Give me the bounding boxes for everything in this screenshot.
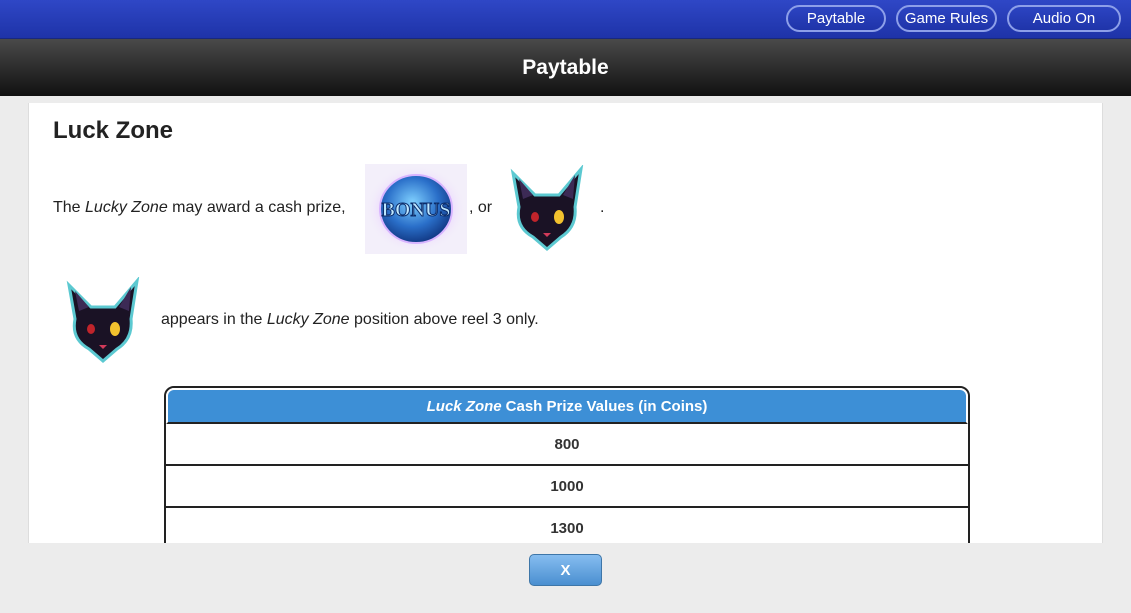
table-header-text: Cash Prize Values (in Coins) xyxy=(505,397,708,415)
game-rules-button[interactable]: Game Rules xyxy=(896,5,997,32)
table-header-emphasis: Luck Zone xyxy=(426,397,502,415)
text-segment: appears in the xyxy=(161,311,267,328)
close-button[interactable]: X xyxy=(529,554,602,586)
content-panel[interactable]: Luck Zone The Lucky Zone may award a cas… xyxy=(28,103,1103,543)
text-segment: position above reel 3 only. xyxy=(349,311,539,328)
period-text: . xyxy=(600,199,605,216)
table-row: 800 xyxy=(166,424,968,466)
separator-text: , or xyxy=(469,199,493,216)
cash-prize-table: Luck Zone Cash Prize Values (in Coins) 80… xyxy=(164,386,970,543)
lucky-zone-award-text: The Lucky Zone may award a cash prize, xyxy=(53,199,346,217)
text-segment: The xyxy=(53,199,86,216)
page-title-bar: Paytable xyxy=(0,39,1131,96)
text-segment: may award a cash prize, xyxy=(167,199,346,216)
bonus-symbol-icon: BONUS xyxy=(365,164,467,254)
page-title: Paytable xyxy=(522,55,609,79)
table-row: 1300 xyxy=(166,508,968,543)
table-row: 1000 xyxy=(166,466,968,508)
top-nav-bar: Paytable Game Rules Audio On xyxy=(0,0,1131,39)
black-cat-icon xyxy=(501,163,593,253)
audio-toggle-button[interactable]: Audio On xyxy=(1007,5,1121,32)
black-cat-icon xyxy=(57,275,149,365)
paytable-button[interactable]: Paytable xyxy=(786,5,886,32)
bonus-symbol-text: BONUS xyxy=(382,199,451,221)
table-header: Luck Zone Cash Prize Values (in Coins) xyxy=(166,388,968,424)
lucky-zone-emphasis: Lucky Zone xyxy=(266,311,350,328)
cat-position-text: appears in the Lucky Zone position above… xyxy=(161,311,539,329)
section-heading: Luck Zone xyxy=(53,117,174,144)
lucky-zone-emphasis: Lucky Zone xyxy=(85,199,168,216)
